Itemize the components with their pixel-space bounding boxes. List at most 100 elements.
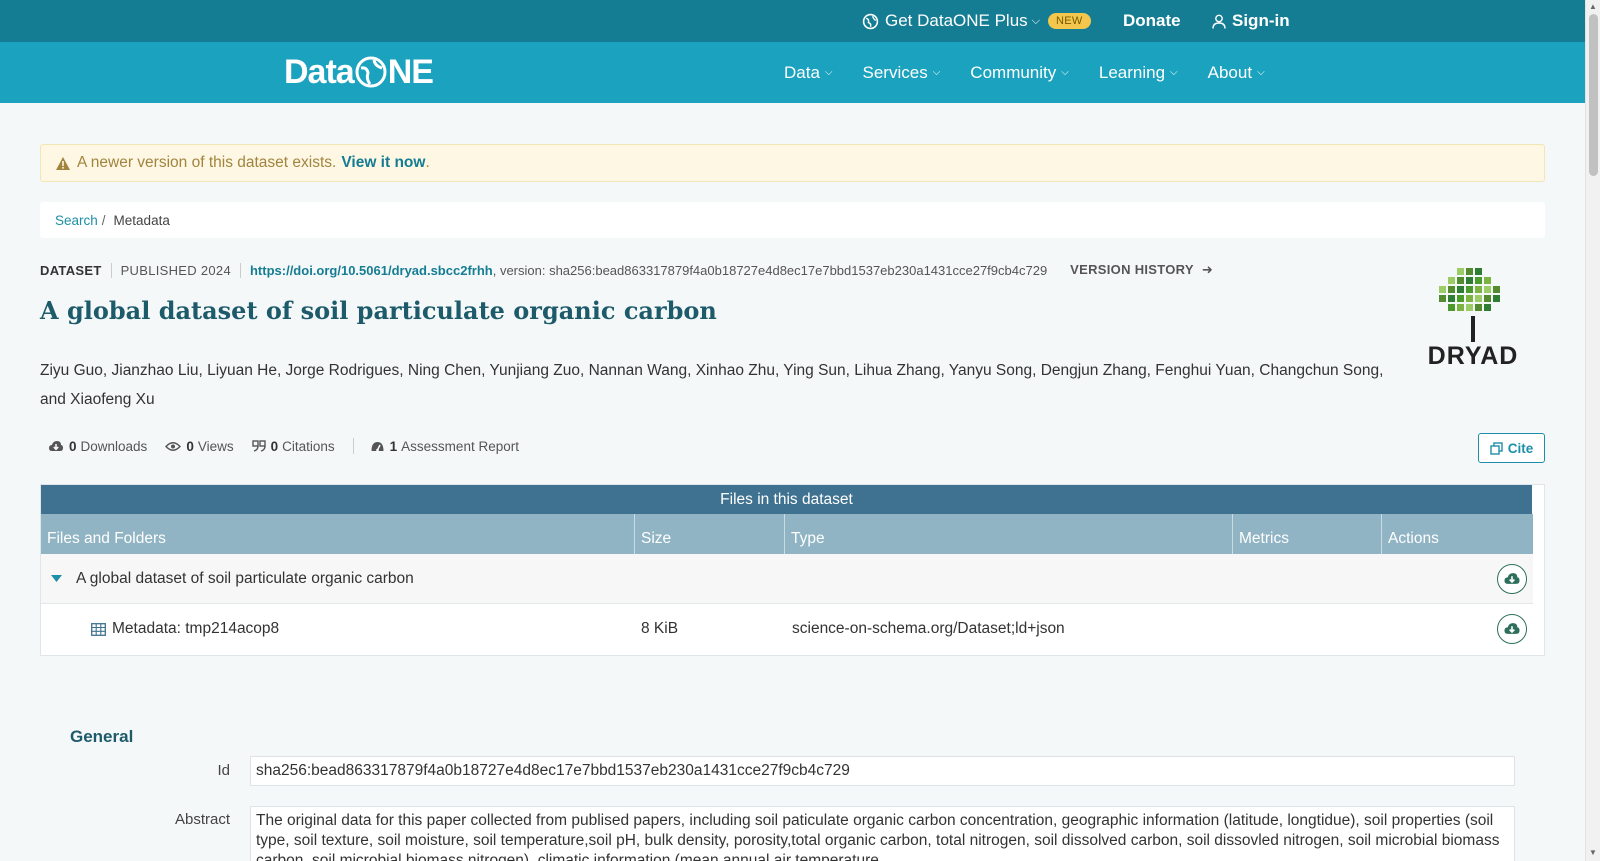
divider: [239, 262, 241, 278]
alert-end: .: [425, 154, 430, 171]
logo-text-data: Data: [284, 52, 355, 91]
citations-metric[interactable]: 0 Citations: [251, 438, 335, 454]
version-text: , version: sha256:bead863317879f4a0b1872…: [492, 262, 1048, 278]
author-list: Ziyu Guo, Jianzhao Liu, Liyuan He, Jorge…: [40, 362, 1384, 408]
column-header-size: Size: [635, 514, 785, 554]
column-header-metrics: Metrics: [1233, 514, 1382, 554]
dryad-repository-logo[interactable]: DRYAD: [1420, 266, 1526, 378]
logo-text-ne: NE: [387, 52, 434, 91]
views-label: Views: [197, 438, 234, 454]
id-label: Id: [217, 762, 230, 779]
general-section-heading: General: [70, 727, 134, 746]
citations-count: 0: [270, 438, 279, 454]
citations-label: Citations: [282, 438, 335, 454]
get-dataone-plus-menu[interactable]: Get DataONE Plus ⌵ NEW: [862, 0, 1091, 42]
chevron-down-icon: ⌵: [824, 67, 833, 78]
cloud-download-icon: [1504, 623, 1520, 634]
dataset-type-label: DATASET: [40, 262, 102, 278]
file-size: 8 KiB: [641, 620, 679, 637]
divider: [352, 438, 354, 454]
nav-item-label: Learning: [1098, 62, 1166, 82]
views-metric[interactable]: 0 Views: [165, 438, 234, 454]
top-utility-bar: Get DataONE Plus ⌵ NEW Donate Sign-in: [0, 0, 1585, 42]
views-count: 0: [186, 438, 194, 454]
nav-menu: Data ⌵ Services ⌵ Community ⌵ Learning ⌵ Abo…: [784, 42, 1295, 103]
chevron-down-icon: ⌵: [1170, 67, 1178, 78]
nav-item-label: About: [1207, 62, 1253, 82]
breadcrumb: Search / Metadata: [40, 202, 1545, 238]
dryad-logo-text: DRYAD: [1427, 342, 1519, 370]
files-table-header: Files and Folders Size Type Metrics Acti…: [41, 514, 1533, 554]
divider: [110, 262, 112, 278]
version-history-link[interactable]: VERSION HISTORY ➜: [1070, 262, 1213, 278]
nav-item-data[interactable]: Data ⌵: [784, 63, 833, 83]
arrow-right-icon: ➜: [1201, 262, 1214, 277]
abstract-label: Abstract: [174, 811, 230, 828]
newer-version-alert: A newer version of this dataset exists. …: [40, 144, 1545, 182]
globe-icon: [862, 13, 879, 29]
logo-globe-icon: [355, 56, 387, 88]
nav-item-learning[interactable]: Learning ⌵: [1099, 63, 1178, 83]
downloads-metric[interactable]: 0 Downloads: [48, 439, 147, 454]
alert-text: A newer version of this dataset exists.: [77, 154, 337, 171]
chevron-down-icon: ⌵: [1031, 14, 1041, 27]
table-row-folder[interactable]: A global dataset of soil particulate org…: [41, 554, 1533, 604]
column-header-actions: Actions: [1388, 530, 1439, 547]
cite-button[interactable]: Cite: [1478, 433, 1545, 463]
scroll-down-arrow-icon[interactable]: ▼: [1589, 848, 1597, 857]
breadcrumb-separator: /: [101, 212, 106, 228]
main-navbar: Data NE Data ⌵ Services ⌵ Community ⌵ Learn…: [0, 42, 1585, 103]
scroll-up-arrow-icon[interactable]: ▲: [1589, 2, 1597, 11]
donate-link[interactable]: Donate: [1123, 0, 1181, 42]
download-file-button[interactable]: [1497, 614, 1527, 644]
nav-item-community[interactable]: Community ⌵: [970, 63, 1069, 83]
folder-name: A global dataset of soil particulate org…: [76, 569, 414, 587]
nav-item-services[interactable]: Services ⌵: [863, 63, 941, 83]
sign-in-link[interactable]: Sign-in: [1212, 0, 1290, 42]
eye-icon: [165, 441, 182, 451]
nav-item-label: Data: [784, 62, 820, 82]
cite-label: Cite: [1507, 440, 1534, 456]
published-label: PUBLISHED 2024: [120, 262, 231, 278]
dataset-meta-line: DATASET PUBLISHED 2024 https://doi.org/1…: [40, 262, 1213, 278]
dataone-logo[interactable]: Data NE: [284, 52, 434, 92]
dataset-metrics: 0 Downloads 0 Views 0 Citations 1 Assess…: [48, 438, 537, 454]
cloud-download-icon: [1504, 572, 1520, 584]
column-header-type: Type: [785, 514, 1233, 554]
downloads-label: Downloads: [80, 438, 148, 454]
chevron-down-icon: ⌵: [1061, 67, 1069, 78]
dataset-title: A global dataset of soil particulate org…: [40, 296, 717, 325]
downloads-count: 0: [69, 438, 77, 454]
quote-icon: [251, 440, 266, 452]
nav-item-label: Community: [970, 62, 1057, 82]
file-name-link[interactable]: Metadata: tmp214acop8: [112, 620, 279, 638]
download-folder-button[interactable]: [1497, 563, 1527, 594]
files-table-title: Files in this dataset: [41, 485, 1532, 514]
column-header-files: Files and Folders: [41, 514, 635, 554]
file-type: science-on-schema.org/Dataset;ld+json: [792, 620, 1065, 637]
assessment-report-metric[interactable]: 1 Assessment Report: [370, 439, 519, 454]
view-it-now-link[interactable]: View it now: [341, 154, 425, 172]
new-badge: NEW: [1048, 13, 1091, 29]
nav-item-about[interactable]: About ⌵: [1208, 63, 1265, 83]
page-scrollbar[interactable]: ▲ ▼: [1585, 0, 1600, 861]
chevron-down-icon: ⌵: [932, 67, 941, 78]
user-icon: [1212, 14, 1226, 29]
copy-icon: [1490, 441, 1503, 455]
sign-in-label: Sign-in: [1232, 11, 1290, 30]
doi-link[interactable]: https://doi.org/10.5061/dryad.sbcc2frhh: [250, 263, 493, 278]
chevron-down-icon: ⌵: [1257, 67, 1265, 78]
id-value: sha256:bead863317879f4a0b18727e4d8ec17e7…: [250, 756, 1515, 786]
caret-down-icon[interactable]: [51, 575, 62, 582]
breadcrumb-current: Metadata: [113, 212, 170, 228]
table-icon: [91, 622, 106, 636]
nav-item-label: Services: [862, 62, 928, 82]
reports-label: Assessment Report: [401, 438, 519, 454]
breadcrumb-search-link[interactable]: Search: [55, 213, 98, 228]
gauge-icon: [371, 442, 384, 452]
dryad-tree-icon: [1439, 268, 1500, 342]
scrollbar-thumb[interactable]: [1589, 14, 1598, 176]
abstract-value: The original data for this paper collect…: [250, 806, 1515, 861]
reports-count: 1: [389, 438, 398, 454]
table-row-file[interactable]: Metadata: tmp214acop8 8 KiB science-on-s…: [41, 604, 1533, 654]
